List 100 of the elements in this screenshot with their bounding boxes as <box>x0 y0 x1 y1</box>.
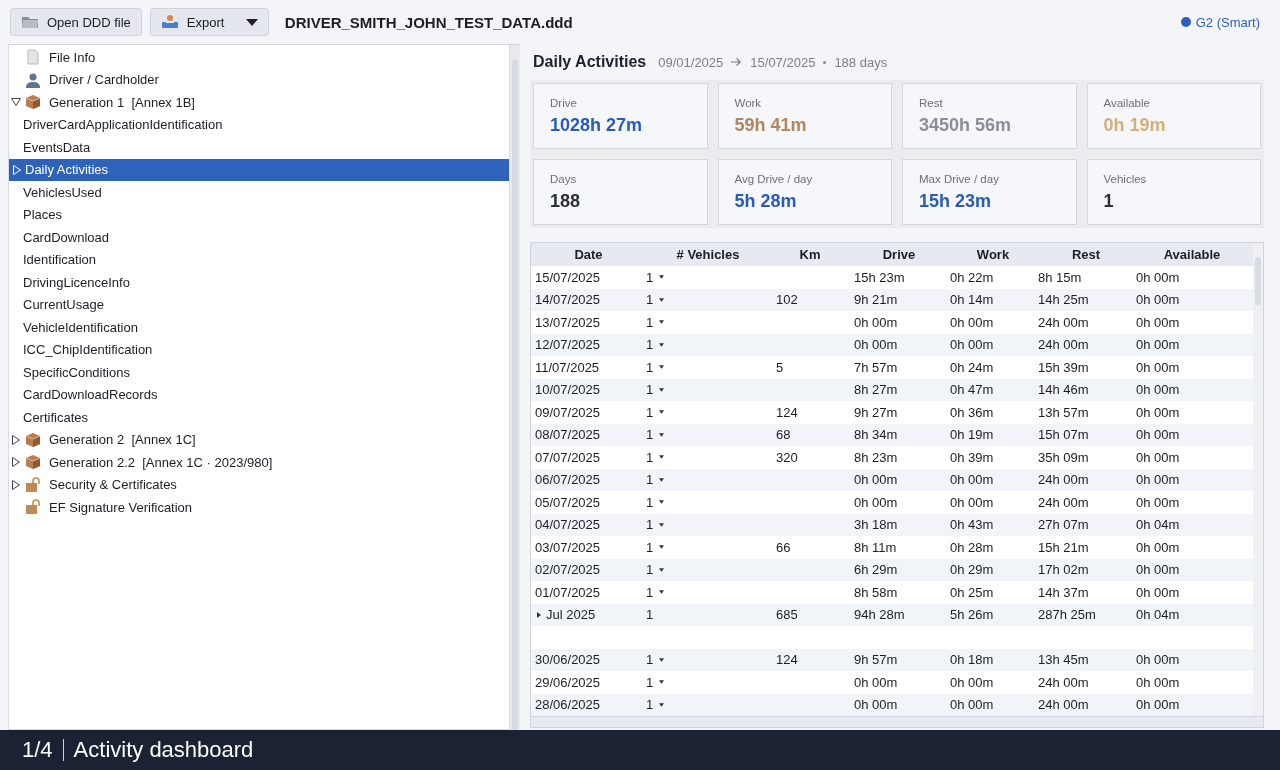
tree-item[interactable]: Generation 2.2 [Annex 1C · 2023/980] <box>9 451 509 474</box>
table-cell: 287h 25m <box>1038 607 1096 623</box>
column-header[interactable]: # Vehicles <box>646 247 770 262</box>
table-cell: 68 <box>776 427 791 443</box>
dropdown-caret-icon[interactable] <box>659 680 665 685</box>
toolbar-button[interactable]: Open DDD file <box>10 8 142 36</box>
table-cell: 9h 57m <box>854 652 898 668</box>
person-icon <box>25 71 41 88</box>
stat-value: 188 <box>550 191 582 212</box>
table-cell: 3h 18m <box>854 517 898 533</box>
table-cell: 27h 07m <box>1038 517 1089 533</box>
dropdown-caret-icon[interactable] <box>659 567 665 572</box>
tree-item[interactable]: EventsData <box>9 136 509 159</box>
tree-item[interactable]: Generation 1 [Annex 1B] <box>9 91 509 114</box>
table-cell: 0h 47m <box>950 382 994 398</box>
collapsed-arrow-icon <box>12 457 20 468</box>
table-cell: 0h 00m <box>1136 697 1180 713</box>
table-cell: 8h 58m <box>854 584 898 600</box>
table-cell: 9h 27m <box>854 404 898 420</box>
dropdown-caret-icon[interactable] <box>659 387 665 392</box>
dropdown-caret-icon[interactable] <box>659 410 665 415</box>
table-cell: 0h 00m <box>854 472 898 488</box>
table-cell: 0h 29m <box>950 562 994 578</box>
table-cell: 0h 00m <box>1136 337 1180 353</box>
column-header[interactable]: Date <box>531 247 646 262</box>
dropdown-caret-icon[interactable] <box>659 477 665 482</box>
table-cell: 0h 14m <box>950 292 994 308</box>
package-icon <box>25 454 41 471</box>
scrollbar[interactable] <box>510 45 520 730</box>
dropdown-caret-icon[interactable] <box>659 275 665 280</box>
table-cell: 66 <box>776 539 791 555</box>
table-cell: 0h 25m <box>950 584 994 600</box>
tree-item[interactable]: File Info <box>9 46 509 69</box>
table-cell: 5h 26m <box>950 607 994 623</box>
table-cell: 0h 00m <box>1136 449 1180 465</box>
table-cell: 13h 57m <box>1038 404 1089 420</box>
expand-arrow-icon[interactable] <box>537 611 541 618</box>
dropdown-caret-icon[interactable] <box>659 522 665 527</box>
table-cell: 0h 00m <box>1136 359 1180 375</box>
dropdown-caret-icon[interactable] <box>659 297 665 302</box>
tree-item[interactable]: Places <box>9 203 509 226</box>
tree-item[interactable]: DriverCardApplicationIdentification <box>9 113 509 136</box>
table-cell: 0h 36m <box>950 404 994 420</box>
tree-item[interactable]: CardDownload <box>9 226 509 249</box>
table-cell: 1 <box>646 607 654 623</box>
tree-item[interactable]: EF Signature Verification <box>9 496 509 519</box>
column-header[interactable]: Work <box>948 247 1038 262</box>
table-cell: 24h 00m <box>1038 494 1089 510</box>
stat-label: Days <box>550 173 578 185</box>
table-cell: 9h 21m <box>854 292 898 308</box>
date-range-start: 09/01/2025 <box>658 54 724 70</box>
tree-item[interactable]: ICC_ChipIdentification <box>9 338 509 361</box>
tree-item[interactable]: CurrentUsage <box>9 293 509 316</box>
tree-item[interactable]: DrivingLicenceInfo <box>9 271 509 294</box>
page-counter: 1/4 <box>22 737 53 763</box>
scrollbar[interactable] <box>530 717 1264 728</box>
tree-item[interactable]: Identification <box>9 248 509 271</box>
table-cell: 0h 00m <box>854 494 898 510</box>
column-header[interactable]: Km <box>770 247 850 262</box>
table-cell: 0h 00m <box>950 337 994 353</box>
table-cell: 8h 11m <box>854 539 897 555</box>
dropdown-caret-icon[interactable] <box>659 545 665 550</box>
dropdown-caret-icon[interactable] <box>659 702 665 707</box>
table-cell: 0h 00m <box>950 494 994 510</box>
column-header[interactable]: Rest <box>1038 247 1134 262</box>
scrollbar[interactable] <box>1253 243 1263 716</box>
table-cell: 0h 28m <box>950 539 994 555</box>
tree-item[interactable]: Generation 2 [Annex 1C] <box>9 428 509 451</box>
table-cell: 0h 00m <box>854 674 898 690</box>
table-cell: 24h 00m <box>1038 674 1089 690</box>
tree-item[interactable]: Driver / Cardholder <box>9 68 509 91</box>
table-cell: 0h 00m <box>950 314 994 330</box>
tree-item[interactable]: SpecificConditions <box>9 361 509 384</box>
tree-item[interactable]: VehicleIdentification <box>9 316 509 339</box>
tree-item[interactable]: VehiclesUsed <box>9 181 509 204</box>
table-cell: 0h 04m <box>1136 517 1180 533</box>
dropdown-caret-icon[interactable] <box>659 455 665 460</box>
table-cell: 24h 00m <box>1038 472 1089 488</box>
tree-item[interactable]: Certificates <box>9 406 509 429</box>
dropdown-caret-icon[interactable] <box>659 657 665 662</box>
section-title: Daily Activities <box>533 53 647 71</box>
dropdown-caret-icon[interactable] <box>659 500 665 505</box>
dropdown-caret-icon[interactable] <box>659 590 665 595</box>
dropdown-caret-icon[interactable] <box>659 342 665 347</box>
dropdown-caret-icon[interactable] <box>659 320 665 325</box>
tree-item[interactable]: Security & Certificates <box>9 473 509 496</box>
table-cell: 1 <box>646 404 654 420</box>
dropdown-caret-icon[interactable] <box>659 365 665 370</box>
tree-item[interactable]: Daily Activities <box>9 158 509 181</box>
lock-icon <box>25 476 41 493</box>
column-header[interactable]: Available <box>1134 247 1250 262</box>
table-cell: 09/07/2025 <box>535 404 601 420</box>
dropdown-caret-icon[interactable] <box>659 432 665 437</box>
table-cell: 03/07/2025 <box>535 539 601 555</box>
collapsed-arrow-icon <box>12 434 20 445</box>
table-cell: 14h 46m <box>1038 382 1089 398</box>
toolbar-button[interactable]: Export <box>149 8 269 36</box>
column-header[interactable]: Drive <box>850 247 948 262</box>
tree-item[interactable]: CardDownloadRecords <box>9 383 509 406</box>
table-cell: 6h 29m <box>854 562 898 578</box>
